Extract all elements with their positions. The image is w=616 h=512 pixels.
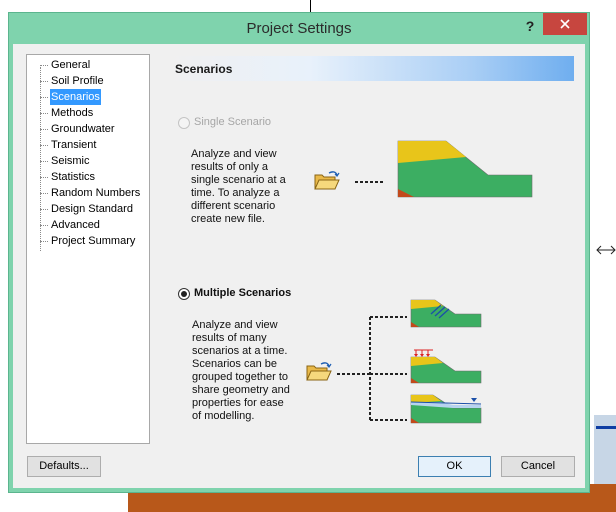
help-button[interactable]: ? xyxy=(523,17,537,35)
scenario-thumbnail-anchors xyxy=(410,299,482,328)
scenario-thumbnail-loads xyxy=(410,349,482,384)
background-water-line xyxy=(596,426,616,429)
close-button[interactable] xyxy=(543,13,587,35)
tree-item-label: Advanced xyxy=(51,219,100,231)
section-header: Scenarios xyxy=(168,56,574,81)
tree-item-label: Statistics xyxy=(51,171,96,183)
tree-item-label: General xyxy=(51,59,91,71)
cancel-button[interactable]: Cancel xyxy=(501,456,575,477)
tree-item-label: Project Summary xyxy=(51,235,136,247)
tree-item-label: Transient xyxy=(51,139,97,151)
dialog-title: Project Settings xyxy=(246,20,352,37)
tree-item-label: Seismic xyxy=(51,155,90,167)
resize-arrow-icon xyxy=(596,245,616,255)
tree-item-label: Random Numbers xyxy=(51,187,141,199)
multiple-scenarios-connector xyxy=(337,316,407,421)
tree-item-label: Groundwater xyxy=(51,123,115,135)
tree-item-label: Soil Profile xyxy=(51,75,104,87)
folder-icon xyxy=(314,171,340,190)
scenario-thumbnail-water xyxy=(410,394,482,424)
single-scenario-label: Single Scenario xyxy=(194,116,272,128)
close-icon xyxy=(560,19,570,29)
ok-button[interactable]: OK xyxy=(418,456,491,477)
multiple-scenarios-description: Analyze and view results of many scenari… xyxy=(192,319,290,422)
title-bar[interactable]: Project Settings ? xyxy=(9,13,589,43)
tree-item-label: Design Standard xyxy=(51,203,133,215)
section-title: Scenarios xyxy=(175,62,233,76)
single-scenario-description: Analyze and view results of only a singl… xyxy=(191,148,286,225)
slope-model-thumbnail xyxy=(397,140,533,198)
project-settings-dialog: Project Settings ? General Soil Profile … xyxy=(8,12,590,493)
tree-item-label: Scenarios xyxy=(50,89,101,105)
single-scenario-radio[interactable] xyxy=(178,117,190,129)
single-scenario-connector xyxy=(355,181,385,183)
settings-tree: General Soil Profile Scenarios Methods G… xyxy=(26,54,150,444)
dialog-body: General Soil Profile Scenarios Methods G… xyxy=(13,44,585,488)
tree-connector xyxy=(40,67,41,251)
background-marker xyxy=(310,0,311,12)
tree-item-label: Methods xyxy=(51,107,94,119)
multiple-scenarios-label: Multiple Scenarios xyxy=(194,287,292,299)
folder-icon xyxy=(306,362,332,381)
defaults-button[interactable]: Defaults... xyxy=(27,456,101,477)
multiple-scenarios-radio[interactable] xyxy=(178,288,190,300)
